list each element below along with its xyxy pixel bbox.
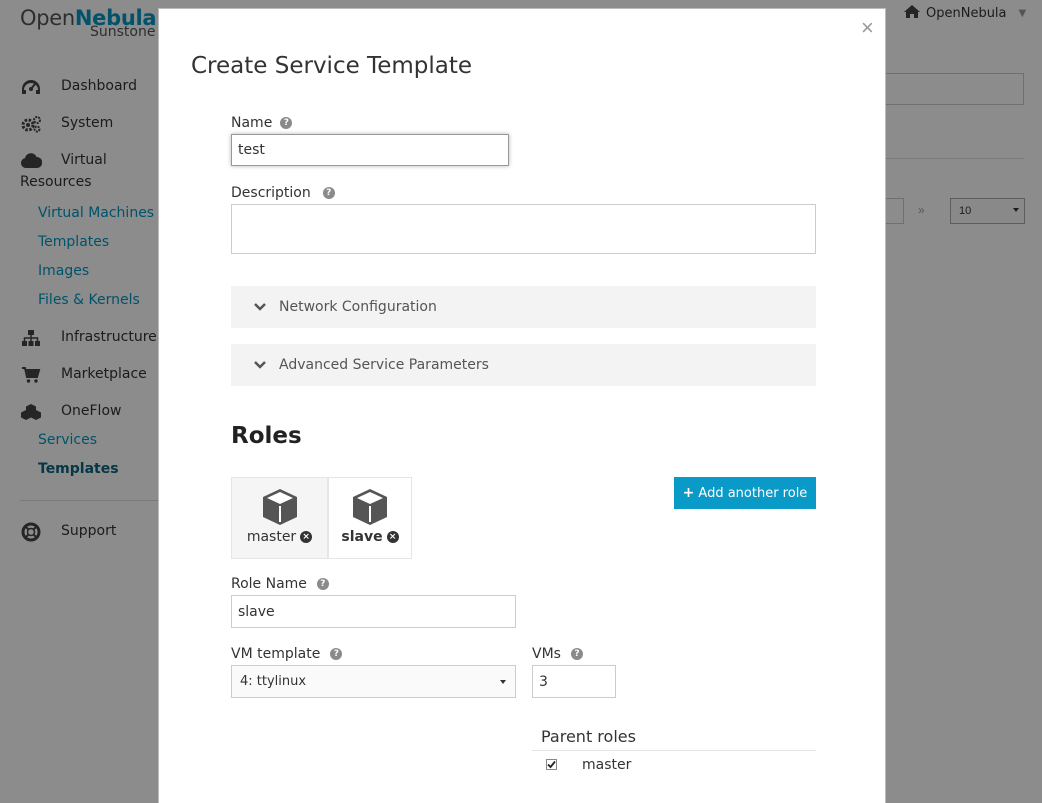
vm-template-select[interactable]: 4: ttylinux [231,665,516,698]
description-label: Description [231,185,311,201]
parent-roles-divider [532,750,816,751]
role-tab-slave[interactable]: slave × [328,477,412,559]
role-tab-master[interactable]: master × [231,477,328,559]
help-icon[interactable]: ? [280,117,293,129]
cube-icon [260,487,300,527]
parent-role-checkbox-master[interactable] [546,759,557,770]
help-icon[interactable]: ? [330,648,343,660]
help-icon[interactable]: ? [316,578,329,590]
name-label-row: Name ? [231,115,293,131]
name-label: Name [231,115,273,131]
description-textarea[interactable] [231,204,816,254]
description-label-row: Description ? [231,185,335,201]
advanced-service-parameters-accordion[interactable]: Advanced Service Parameters [231,344,816,386]
advanced-service-parameters-label: Advanced Service Parameters [279,357,489,373]
add-another-role-button[interactable]: + Add another role [674,477,816,509]
vm-template-label-row: VM template ? [231,646,343,662]
dialog-title: Create Service Template [191,53,472,79]
name-input[interactable] [231,134,509,166]
role-name-input[interactable] [231,595,516,628]
role-tab-label: slave × [341,529,399,545]
check-icon [547,760,556,769]
role-tab-name: slave [341,529,383,545]
remove-role-icon[interactable]: × [300,531,313,543]
vm-template-selected-value: 4: ttylinux [240,674,307,689]
cube-icon [350,487,390,527]
plus-icon: + [682,485,695,501]
role-name-label: Role Name [231,576,307,592]
chevron-down-icon [500,680,506,684]
chevron-down-icon [253,300,267,314]
network-configuration-label: Network Configuration [279,299,437,315]
help-icon[interactable]: ? [570,648,583,660]
network-configuration-accordion[interactable]: Network Configuration [231,286,816,328]
parent-roles-heading: Parent roles [541,727,636,746]
vm-template-label: VM template [231,646,321,662]
create-service-template-dialog: × Create Service Template Name ? Descrip… [158,8,886,803]
role-tab-label: master × [246,529,313,545]
role-tab-name: master [246,529,297,545]
vms-count-input[interactable] [532,665,616,698]
close-icon[interactable]: × [861,17,874,39]
roles-heading: Roles [231,423,302,449]
remove-role-icon[interactable]: × [386,531,399,543]
add-another-role-label: Add another role [698,485,808,501]
parent-role-label-master: master [582,757,632,773]
vms-label: VMs [532,646,561,662]
role-name-label-row: Role Name ? [231,576,329,592]
vms-label-row: VMs ? [532,646,583,662]
chevron-down-icon [253,358,267,372]
help-icon[interactable]: ? [322,187,335,199]
